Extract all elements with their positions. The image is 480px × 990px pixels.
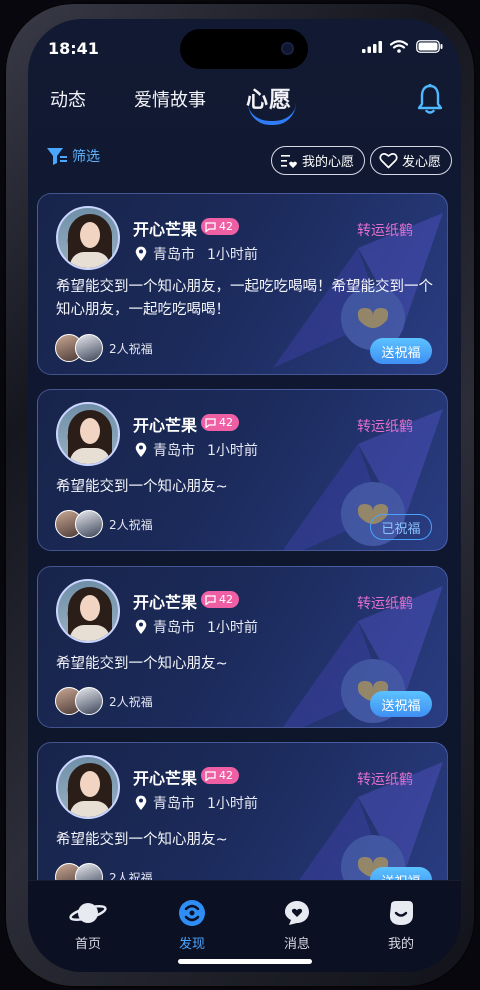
bell-icon[interactable] (417, 83, 443, 115)
user-name[interactable]: 开心芒果 (133, 765, 197, 789)
user-name[interactable]: 开心芒果 (133, 412, 197, 436)
post-time: 1小时前 (207, 247, 258, 263)
location: 青岛市 1小时前 (135, 244, 258, 264)
tab-discover-label: 发现 (178, 937, 205, 952)
tab-home[interactable]: 首页 (58, 899, 118, 952)
tab-home-label: 首页 (74, 937, 101, 952)
location: 青岛市 1小时前 (135, 440, 258, 460)
avatar[interactable] (56, 579, 120, 643)
profile-blob-icon (389, 901, 413, 925)
user-name[interactable]: 开心芒果 (133, 589, 197, 613)
tab-love-stories[interactable]: 爱情故事 (134, 86, 206, 112)
city: 青岛市 (153, 443, 195, 459)
phone-frame: 18:41 动态 爱情故事 心愿 筛选 我的心愿 发心愿 开心芒果 42 青岛市… (4, 2, 476, 988)
status-icons (362, 40, 443, 53)
bottom-tab-bar: 首页 发现 消息 我的 (28, 880, 461, 972)
post-time: 1小时前 (207, 443, 258, 459)
my-wishes-label: 我的心愿 (302, 155, 355, 170)
wish-tag: 转运纸鹤 (357, 772, 413, 788)
blesser-avatar (75, 687, 103, 715)
dynamic-island (180, 29, 308, 69)
filter-button[interactable]: 筛选 (46, 146, 100, 166)
tab-profile[interactable]: 我的 (371, 899, 431, 952)
comment-count: 42 (219, 416, 233, 429)
avatar[interactable] (56, 402, 120, 466)
tab-wishes[interactable]: 心愿 (246, 82, 292, 114)
location-pin-icon (135, 442, 147, 457)
list-heart-icon (281, 154, 297, 168)
comment-icon (205, 594, 216, 605)
location: 青岛市 1小时前 (135, 793, 258, 813)
blesser-avatar (75, 510, 103, 538)
planet-icon (69, 903, 107, 923)
signal-icon (362, 40, 382, 53)
status-time: 18:41 (48, 39, 99, 58)
city: 青岛市 (153, 796, 195, 812)
blessers: 2人祝福 (55, 687, 153, 715)
wifi-icon (390, 40, 408, 53)
make-wish-label: 发心愿 (402, 155, 442, 170)
city: 青岛市 (153, 247, 195, 263)
bless-count: 2人祝福 (109, 517, 153, 532)
comment-badge: 42 (201, 218, 239, 235)
location: 青岛市 1小时前 (135, 617, 258, 637)
location-pin-icon (135, 619, 147, 634)
post-time: 1小时前 (207, 620, 258, 636)
user-name[interactable]: 开心芒果 (133, 216, 197, 240)
blessers: 2人祝福 (55, 334, 153, 362)
wish-card[interactable]: 开心芒果 42 青岛市 1小时前 转运纸鹤 希望能交到一个知心朋友~ 2人祝福 … (37, 389, 448, 551)
chat-heart-icon (285, 901, 309, 925)
wish-text: 希望能交到一个知心朋友~ (56, 656, 228, 672)
my-wishes-button[interactable]: 我的心愿 (271, 146, 366, 175)
blessed-button[interactable]: 已祝福 (370, 514, 432, 540)
comment-badge: 42 (201, 591, 239, 608)
wish-text: 希望能交到一个知心朋友~ (56, 832, 228, 848)
tab-moments[interactable]: 动态 (50, 86, 86, 112)
screen: 18:41 动态 爱情故事 心愿 筛选 我的心愿 发心愿 开心芒果 42 青岛市… (28, 19, 461, 972)
avatar[interactable] (56, 206, 120, 270)
discover-icon (179, 900, 205, 926)
post-time: 1小时前 (207, 796, 258, 812)
city: 青岛市 (153, 620, 195, 636)
comment-count: 42 (219, 220, 233, 233)
bless-count: 2人祝福 (109, 694, 153, 709)
home-indicator (178, 959, 312, 964)
heart-icon (379, 153, 398, 169)
filter-icon (47, 148, 67, 165)
tab-messages-label: 消息 (283, 937, 310, 952)
comment-count: 42 (219, 769, 233, 782)
wish-card[interactable]: 开心芒果 42 青岛市 1小时前 转运纸鹤 希望能交到一个知心朋友，一起吃吃喝喝… (37, 193, 448, 375)
bless-count: 2人祝福 (109, 341, 153, 356)
avatar[interactable] (56, 755, 120, 819)
location-pin-icon (135, 246, 147, 261)
send-blessing-button[interactable]: 送祝福 (370, 691, 432, 717)
filter-label: 筛选 (72, 149, 100, 165)
wish-text: 希望能交到一个知心朋友~ (56, 479, 228, 495)
location-pin-icon (135, 795, 147, 810)
camera-icon (281, 42, 294, 55)
send-blessing-button[interactable]: 送祝福 (370, 338, 432, 364)
comment-icon (205, 417, 216, 428)
wish-tag: 转运纸鹤 (357, 419, 413, 435)
tab-discover[interactable]: 发现 (162, 899, 222, 952)
comment-count: 42 (219, 593, 233, 606)
tab-profile-label: 我的 (387, 937, 414, 952)
wish-tag: 转运纸鹤 (357, 223, 413, 239)
tab-messages[interactable]: 消息 (267, 899, 327, 952)
battery-icon (416, 40, 443, 53)
wish-card[interactable]: 开心芒果 42 青岛市 1小时前 转运纸鹤 希望能交到一个知心朋友~ 2人祝福 … (37, 566, 448, 728)
wish-text: 希望能交到一个知心朋友，一起吃吃喝喝！希望能交到一个知心朋友，一起吃吃喝喝！ (56, 279, 433, 318)
blessers: 2人祝福 (55, 510, 153, 538)
comment-icon (205, 221, 216, 232)
blesser-avatar (75, 334, 103, 362)
comment-badge: 42 (201, 767, 239, 784)
wish-tag: 转运纸鹤 (357, 596, 413, 612)
make-wish-button[interactable]: 发心愿 (370, 146, 453, 175)
comment-badge: 42 (201, 414, 239, 431)
comment-icon (205, 770, 216, 781)
